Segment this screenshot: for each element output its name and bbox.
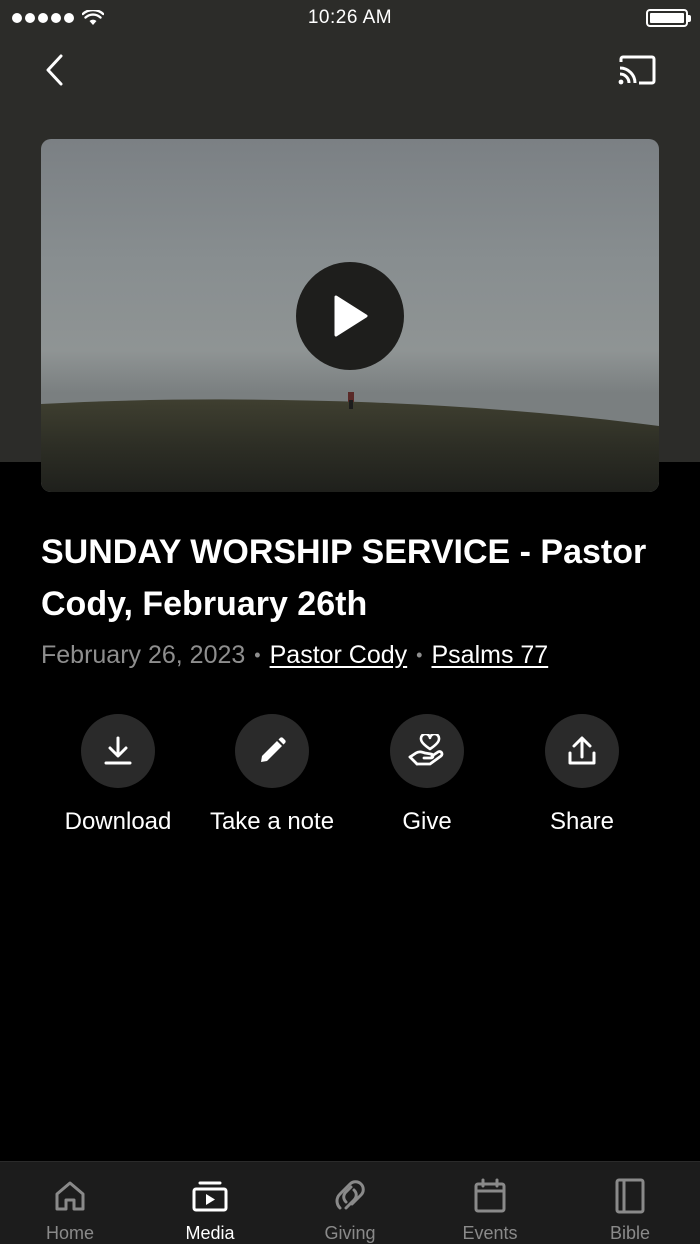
play-icon — [334, 295, 368, 337]
take-note-button[interactable]: Take a note — [192, 714, 352, 836]
tab-bible[interactable]: Bible — [560, 1162, 700, 1244]
calendar-icon — [470, 1176, 510, 1215]
sermon-title: SUNDAY WORSHIP SERVICE - Pastor Cody, Fe… — [41, 533, 647, 623]
download-icon — [104, 736, 132, 765]
tab-giving-label: Giving — [324, 1223, 376, 1243]
tab-media[interactable]: Media — [140, 1162, 280, 1244]
tab-bible-label: Bible — [609, 1223, 651, 1243]
give-label: Give — [402, 808, 452, 835]
tab-home-label: Home — [45, 1223, 94, 1243]
video-player[interactable] — [41, 139, 659, 492]
top-navigation — [0, 44, 700, 100]
back-button[interactable] — [34, 50, 74, 90]
share-icon — [568, 736, 596, 765]
sermon-date: February 26, 2023 — [41, 641, 246, 669]
chevron-left-icon — [46, 54, 63, 86]
cast-icon — [618, 55, 656, 85]
share-button[interactable]: Share — [502, 714, 662, 836]
share-circle — [545, 714, 619, 788]
tab-events[interactable]: Events — [420, 1162, 560, 1244]
give-button[interactable]: Give — [347, 714, 507, 836]
cast-button[interactable] — [614, 50, 660, 90]
status-bar: 10:26 AM — [0, 0, 700, 36]
take-note-label: Take a note — [209, 808, 335, 835]
download-circle — [81, 714, 155, 788]
separator-dot: • — [416, 645, 423, 665]
download-button[interactable]: Download — [38, 714, 198, 836]
action-row: Download Take a note Give Share — [0, 714, 700, 844]
giving-icon — [330, 1176, 370, 1215]
tab-media-label: Media — [185, 1223, 235, 1243]
pencil-icon — [261, 737, 286, 762]
status-time: 10:26 AM — [307, 7, 393, 28]
tab-bar: Home Media Giving Events Bible — [0, 1161, 700, 1244]
play-button[interactable] — [296, 262, 404, 370]
tab-giving[interactable]: Giving — [280, 1162, 420, 1244]
tab-home[interactable]: Home — [0, 1162, 140, 1244]
take-note-circle — [235, 714, 309, 788]
sermon-meta: February 26, 2023 • Pastor Cody • Psalms… — [41, 641, 548, 670]
separator-dot: • — [254, 645, 261, 665]
home-icon — [50, 1176, 90, 1215]
scripture-link[interactable]: Psalms 77 — [431, 641, 548, 670]
video-thumbnail-landscape — [41, 392, 659, 492]
speaker-link[interactable]: Pastor Cody — [270, 641, 408, 670]
bible-icon — [610, 1176, 650, 1215]
download-label: Download — [64, 808, 172, 835]
media-icon — [190, 1176, 230, 1215]
share-label: Share — [549, 808, 615, 835]
give-circle — [390, 714, 464, 788]
giving-hand-icon — [408, 734, 444, 766]
tab-events-label: Events — [462, 1223, 518, 1243]
battery-icon — [646, 9, 691, 27]
